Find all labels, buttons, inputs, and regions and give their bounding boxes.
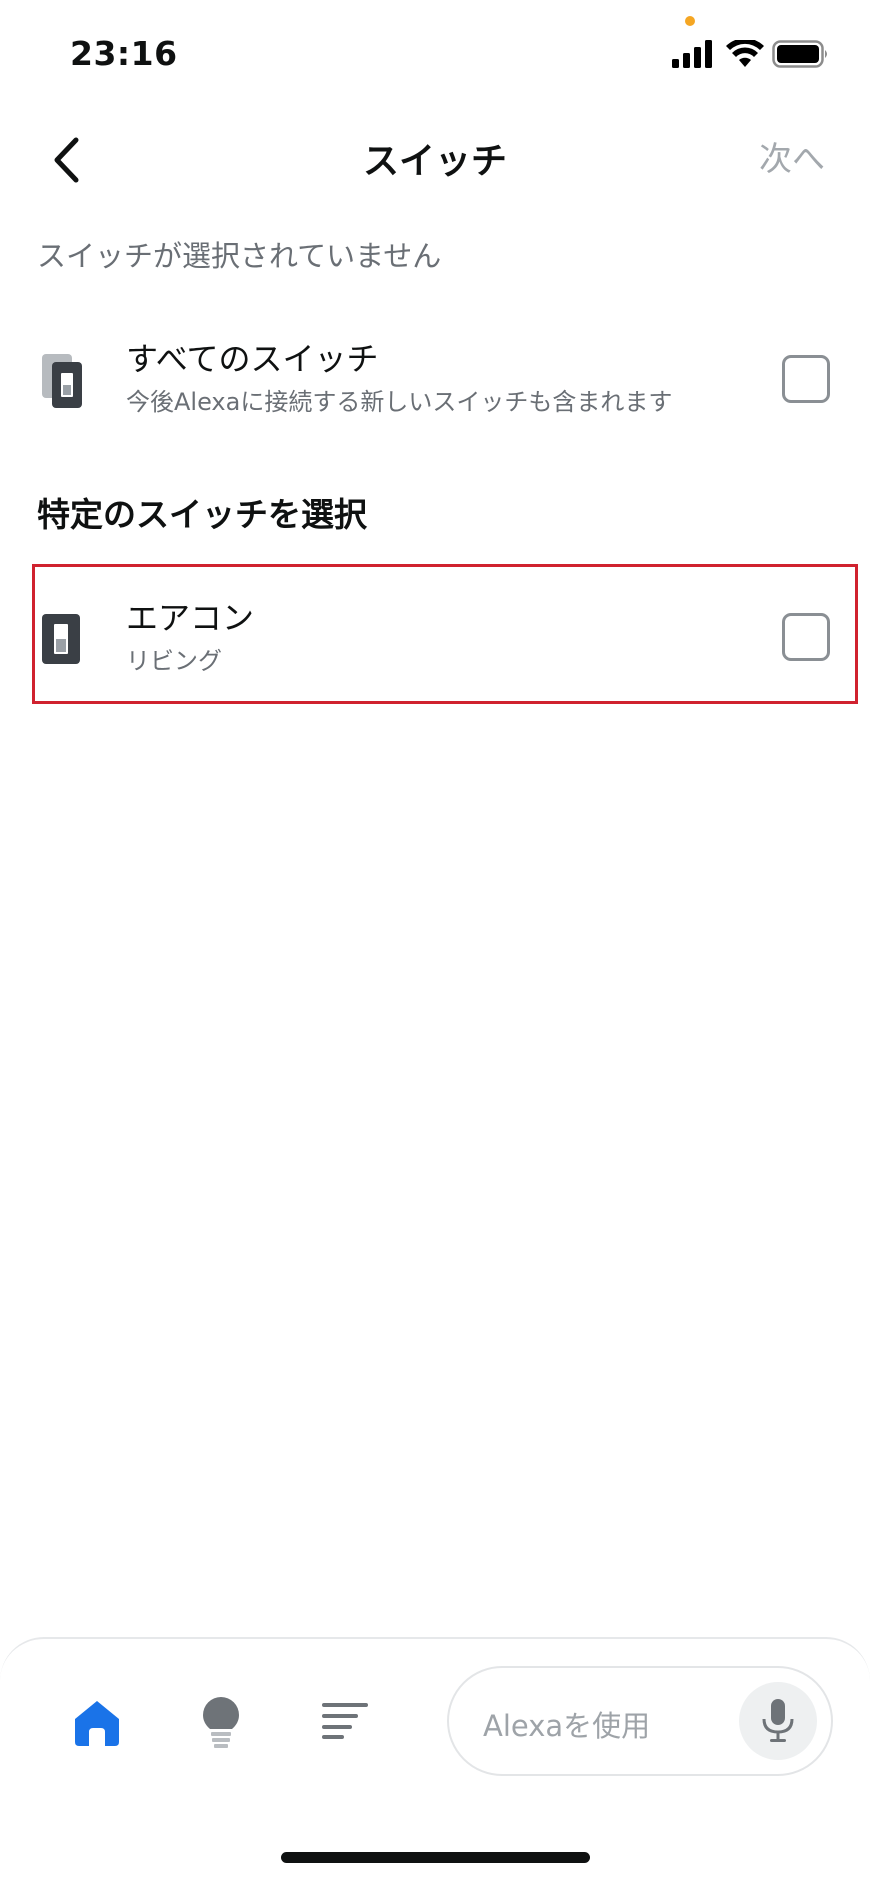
tab-home[interactable] [72,1699,122,1751]
all-switches-title: すべてのスイッチ [126,340,379,378]
switch-item-texts: エアコン リビング [126,599,254,676]
tab-more[interactable] [322,1703,368,1743]
selection-status-text: スイッチが選択されていません [37,239,442,273]
switch-item-checkbox[interactable] [782,613,830,661]
alexa-input[interactable]: Alexaを使用 [447,1666,833,1776]
menu-lines-icon [322,1703,368,1739]
status-time: 23:16 [70,34,178,73]
section-heading: 特定のスイッチを選択 [37,495,367,534]
all-switches-subtitle: 今後Alexaに接続する新しいスイッチも含まれます [126,388,673,417]
bottom-bar: Alexaを使用 [0,1637,870,1884]
switch-icon [42,614,80,664]
microphone-icon [762,1699,794,1742]
wifi-icon [726,40,764,67]
signal-icon [672,40,712,68]
switch-item-subtitle: リビング [126,647,222,676]
battery-icon [772,40,827,68]
all-switches-checkbox[interactable] [782,355,830,403]
home-icon [75,1701,119,1746]
mic-button[interactable] [739,1682,817,1760]
page-title: スイッチ [362,141,507,182]
all-switches-texts: すべてのスイッチ 今後Alexaに接続する新しいスイッチも含まれます [126,340,672,417]
switch-item-aircon[interactable]: エアコン リビング [32,567,858,679]
all-switches-row[interactable]: すべてのスイッチ 今後Alexaに接続する新しいスイッチも含まれます [32,328,858,440]
nav-bar: スイッチ 次へ [0,110,870,200]
home-indicator [281,1852,590,1863]
status-bar: 23:16 [0,0,870,110]
switch-item-title: エアコン [126,599,255,637]
bulb-icon [203,1697,239,1748]
switches-stack-icon [42,354,82,408]
privacy-indicator-dot [685,16,695,26]
next-button[interactable]: 次へ [759,132,825,180]
tab-devices[interactable] [201,1695,241,1753]
alexa-input-placeholder: Alexaを使用 [483,1709,651,1743]
